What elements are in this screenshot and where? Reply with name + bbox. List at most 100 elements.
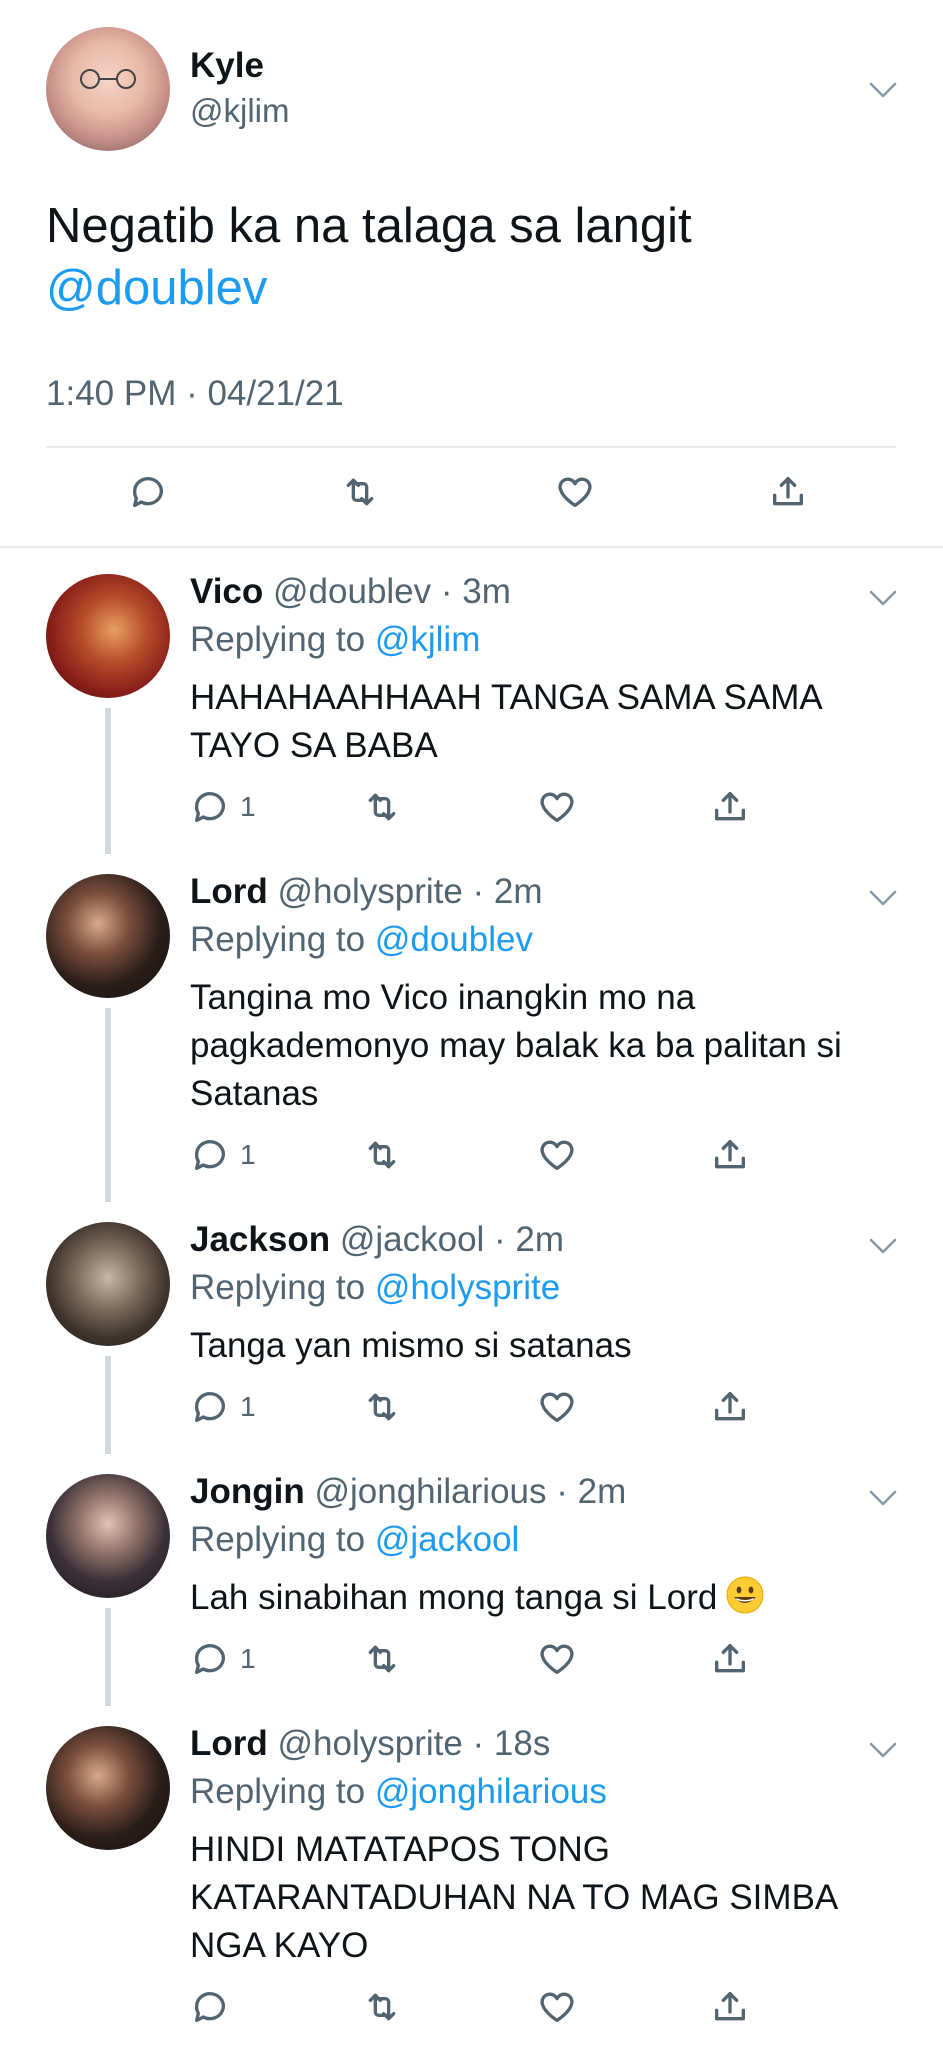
avatar[interactable] xyxy=(46,874,170,998)
grinning-face-emoji xyxy=(726,1576,764,1614)
replying-label: Replying to xyxy=(190,620,366,659)
like-action[interactable] xyxy=(537,1986,577,2028)
share-icon[interactable] xyxy=(768,472,808,512)
reply-icon[interactable] xyxy=(128,472,168,512)
replying-label: Replying to xyxy=(190,1520,366,1559)
reply-icon[interactable] xyxy=(190,1987,230,2027)
like-icon[interactable] xyxy=(537,1987,577,2027)
reply-action[interactable]: 1 xyxy=(190,1134,256,1176)
author-name[interactable]: Vico xyxy=(190,572,263,611)
share-icon[interactable] xyxy=(710,1639,750,1679)
avatar[interactable] xyxy=(46,1474,170,1598)
thread-line xyxy=(105,1356,111,1454)
retweet-icon[interactable] xyxy=(362,1135,402,1175)
reply-tweet: Jongin @jonghilarious · 2m Replying to @… xyxy=(0,1448,943,1706)
reply-text: HAHAHAAHHAAH TANGA SAMA SAMA TAYO SA BAB… xyxy=(190,678,821,765)
reply-text: Lah sinabihan mong tanga si Lord xyxy=(190,1578,718,1617)
reply-text: Tanga yan mismo si satanas xyxy=(190,1326,632,1365)
reply-icon[interactable] xyxy=(190,1387,230,1427)
author-name[interactable]: Jackson xyxy=(190,1220,330,1259)
retweet-action[interactable] xyxy=(362,1986,402,2028)
thread-line xyxy=(105,1608,111,1706)
reply-icon[interactable] xyxy=(190,1639,230,1679)
reply-count: 1 xyxy=(240,1643,256,1674)
replying-to-mention[interactable]: @holysprite xyxy=(375,1268,560,1307)
retweet-icon[interactable] xyxy=(362,1639,402,1679)
share-icon[interactable] xyxy=(710,1387,750,1427)
share-icon[interactable] xyxy=(710,1987,750,2027)
main-tweet: Kyle @kjlim Negatib ka na talaga sa lang… xyxy=(0,0,943,548)
like-action[interactable] xyxy=(537,1134,577,1176)
avatar[interactable] xyxy=(46,1726,170,1850)
tweet-text: Negatib ka na talaga sa langit xyxy=(46,199,692,253)
retweet-icon[interactable] xyxy=(362,1387,402,1427)
reply-icon[interactable] xyxy=(190,1135,230,1175)
reply-action[interactable]: 1 xyxy=(190,1638,256,1680)
reply-count: 1 xyxy=(240,1139,256,1170)
divider xyxy=(46,446,896,448)
glasses-icon xyxy=(80,69,136,89)
chevron-down-icon[interactable] xyxy=(868,80,898,100)
retweet-action[interactable] xyxy=(362,1638,402,1680)
author-name[interactable]: Kyle xyxy=(190,46,264,86)
reply-count: 1 xyxy=(240,1391,256,1422)
author-handle[interactable]: @kjlim xyxy=(190,92,289,130)
replying-label: Replying to xyxy=(190,920,366,959)
retweet-action[interactable] xyxy=(362,1386,402,1428)
share-action[interactable] xyxy=(710,1638,750,1680)
thread-line xyxy=(105,1008,111,1202)
reply-text: HINDI MATATAPOS TONG KATARANTADUHAN NA T… xyxy=(190,1830,837,1965)
avatar[interactable] xyxy=(46,574,170,698)
reply-tweet: Jackson @jackool · 2m Replying to @holys… xyxy=(0,1196,943,1454)
share-action[interactable] xyxy=(710,1986,750,2028)
author-name[interactable]: Jongin xyxy=(190,1472,305,1511)
retweet-icon[interactable] xyxy=(362,787,402,827)
author-name[interactable]: Lord xyxy=(190,872,268,911)
replying-to-mention[interactable]: @jonghilarious xyxy=(375,1772,607,1811)
avatar[interactable] xyxy=(46,27,170,151)
reply-tweet: Lord @holysprite · 18s Replying to @jong… xyxy=(0,1700,943,2048)
like-icon[interactable] xyxy=(537,1135,577,1175)
replying-to-mention[interactable]: @doublev xyxy=(375,920,533,959)
share-icon[interactable] xyxy=(710,1135,750,1175)
replying-to-mention[interactable]: @kjlim xyxy=(375,620,481,659)
chevron-down-icon[interactable] xyxy=(868,888,898,908)
chevron-down-icon[interactable] xyxy=(868,1236,898,1256)
like-action[interactable] xyxy=(537,1638,577,1680)
tweet-mention-link[interactable]: @doublev xyxy=(46,260,267,316)
retweet-action[interactable] xyxy=(362,786,402,828)
reply-action[interactable] xyxy=(190,1986,240,2028)
reply-actions: 1 xyxy=(190,1386,790,1428)
reply-action[interactable]: 1 xyxy=(190,786,256,828)
like-action[interactable] xyxy=(537,1386,577,1428)
author-name[interactable]: Lord xyxy=(190,1724,268,1763)
retweet-action[interactable] xyxy=(362,1134,402,1176)
retweet-icon[interactable] xyxy=(340,472,380,512)
retweet-icon[interactable] xyxy=(362,1987,402,2027)
share-action[interactable] xyxy=(710,1134,750,1176)
tweet-timestamp: 1:40 PM · 04/21/21 xyxy=(46,374,344,413)
like-icon[interactable] xyxy=(537,787,577,827)
chevron-down-icon[interactable] xyxy=(868,588,898,608)
like-icon[interactable] xyxy=(537,1387,577,1427)
share-action[interactable] xyxy=(710,1386,750,1428)
author-meta: @doublev · 3m xyxy=(273,572,511,611)
reply-icon[interactable] xyxy=(190,787,230,827)
reply-action[interactable]: 1 xyxy=(190,1386,256,1428)
reply-text: Tangina mo Vico inangkin mo na pagkademo… xyxy=(190,978,842,1113)
share-action[interactable] xyxy=(710,786,750,828)
chevron-down-icon[interactable] xyxy=(868,1740,898,1760)
reply-actions xyxy=(190,1986,790,2028)
share-icon[interactable] xyxy=(710,787,750,827)
chevron-down-icon[interactable] xyxy=(868,1488,898,1508)
reply-actions: 1 xyxy=(190,1134,790,1176)
reply-actions: 1 xyxy=(190,786,790,828)
like-icon[interactable] xyxy=(537,1639,577,1679)
like-icon[interactable] xyxy=(555,472,595,512)
author-meta: @jackool · 2m xyxy=(339,1220,565,1259)
replying-label: Replying to xyxy=(190,1268,366,1307)
avatar[interactable] xyxy=(46,1222,170,1346)
like-action[interactable] xyxy=(537,786,577,828)
replying-to-mention[interactable]: @jackool xyxy=(375,1520,519,1559)
replying-label: Replying to xyxy=(190,1772,366,1811)
